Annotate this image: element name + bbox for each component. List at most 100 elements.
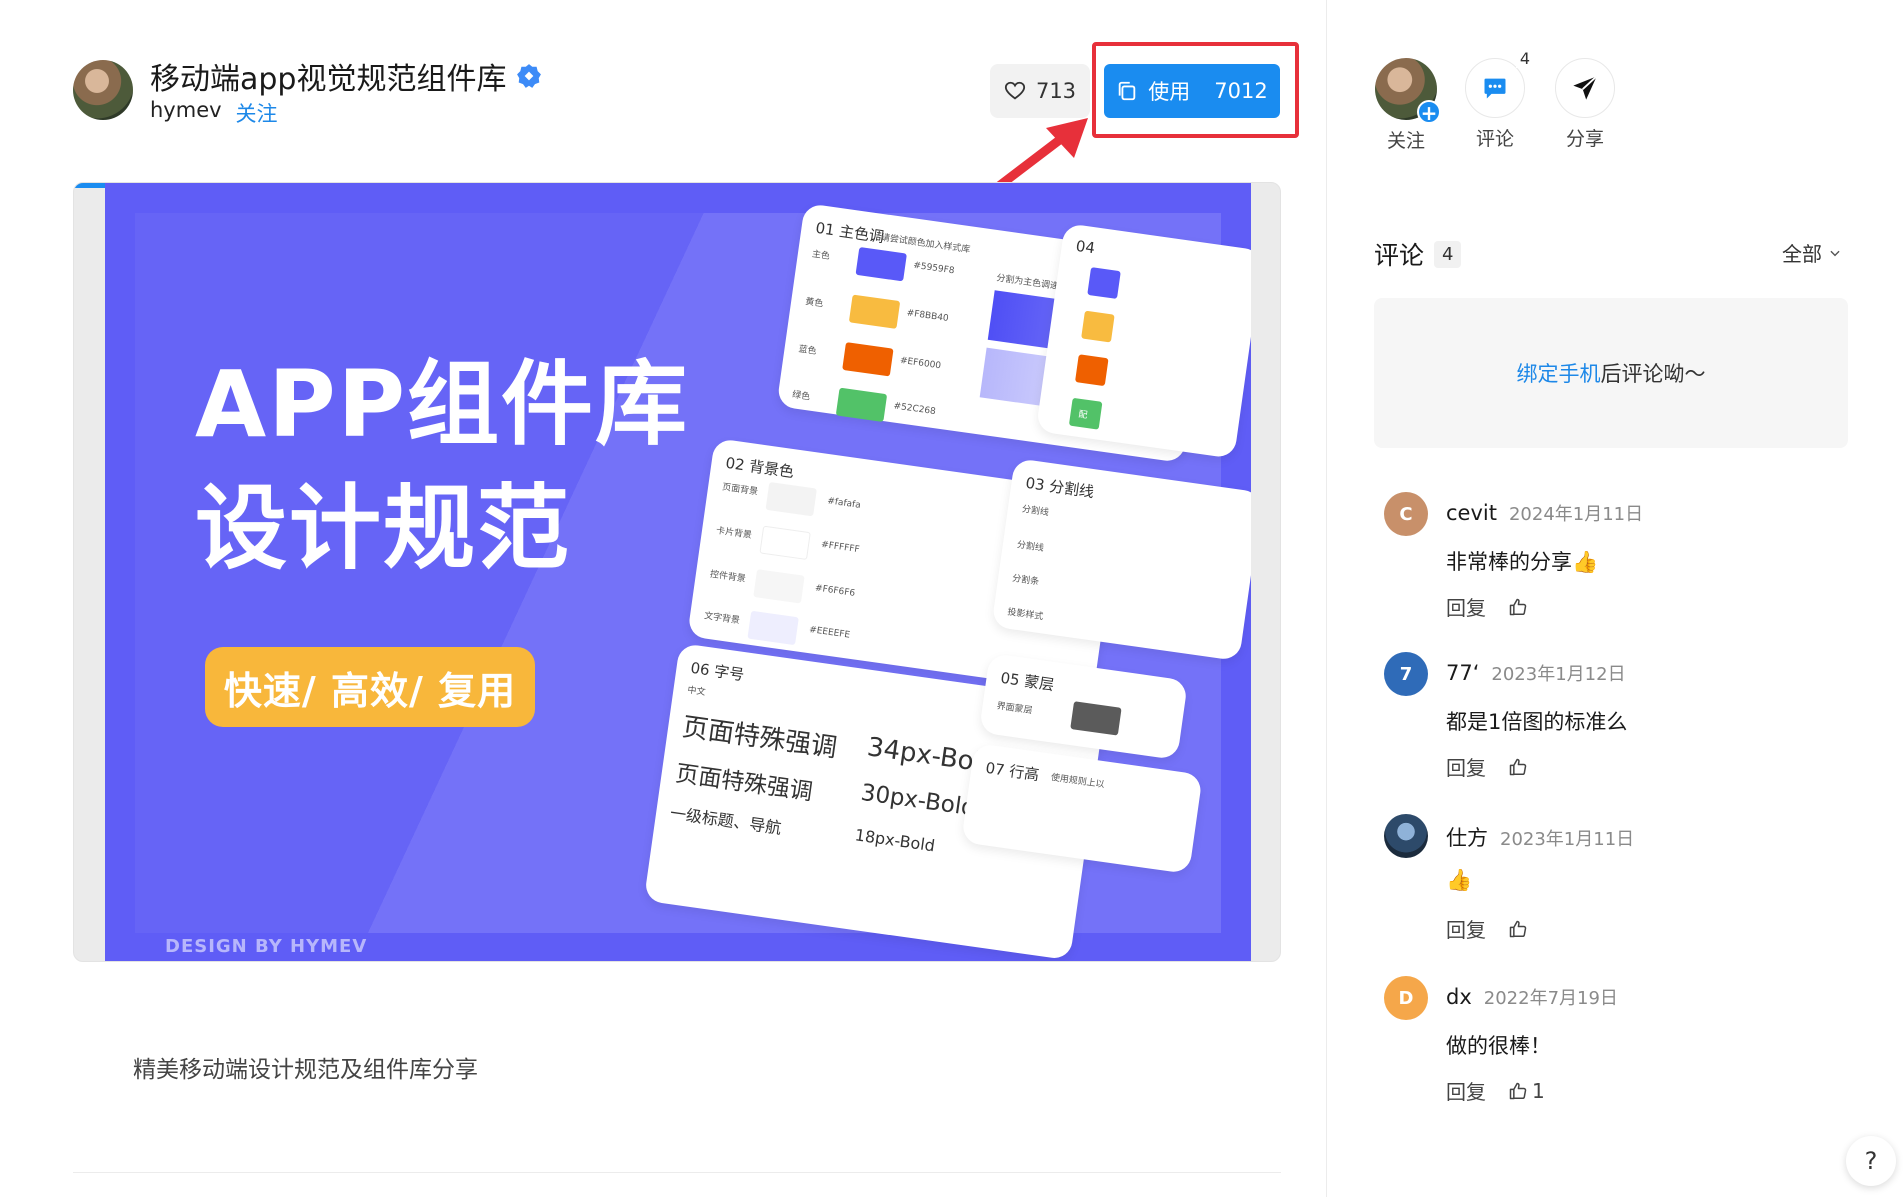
sidebar-share-button[interactable]: 分享: [1553, 58, 1617, 151]
preview-image[interactable]: APP组件库 设计规范 快速/ 高效/ 复用 DESIGN BY HYMEV 0…: [73, 182, 1281, 962]
author-name[interactable]: hymev: [150, 98, 222, 128]
comment-actions: 回复: [1446, 752, 1532, 781]
thumbs-up-icon: [1509, 920, 1527, 937]
comment-avatar[interactable]: D: [1384, 976, 1428, 1020]
sidebar-follow-button[interactable]: + 关注: [1374, 58, 1441, 153]
bg-hex-3: #EEEEFE: [808, 625, 851, 641]
card-mask-title: 05 蒙层: [999, 668, 1056, 695]
comments-header: 评论 4: [1374, 236, 1462, 272]
comment-author-name[interactable]: 仕方: [1446, 826, 1488, 850]
swatch-hex-3: #52C268: [892, 401, 937, 418]
comment-author: dx 2022年7月19日: [1446, 984, 1618, 1010]
comment-text: 做的很棒！: [1446, 1034, 1551, 1058]
help-button[interactable]: ?: [1846, 1136, 1896, 1186]
plus-icon: +: [1417, 100, 1441, 124]
share-circle: [1555, 58, 1615, 118]
comment-item: 7 77‘ 2023年1月12日 都是1倍图的标准么 回复: [1384, 652, 1844, 782]
swatch-hex-1: #F8BB40: [905, 308, 950, 325]
bind-phone-link[interactable]: 绑定手机: [1517, 358, 1601, 388]
divider-row-0: 分割线: [1021, 504, 1050, 519]
cover-pill: 快速/ 高效/ 复用: [205, 647, 535, 727]
bg-hex-0: #fafafa: [826, 496, 862, 511]
comments-count-badge: 4: [1434, 240, 1462, 268]
verified-badge-icon: [517, 64, 542, 88]
comment-author-name[interactable]: 77‘: [1446, 661, 1479, 685]
author-row: hymev 关注: [150, 98, 278, 128]
sidebar-divider: [1326, 0, 1327, 1197]
swatch-hex-2: #EF6000: [899, 355, 942, 372]
swatch-3: [835, 387, 888, 423]
comment-like-button[interactable]: [1508, 919, 1532, 939]
sidebar-comment-button[interactable]: 4 评论: [1463, 49, 1534, 151]
card-line-title: 07 行高: [984, 758, 1041, 785]
comment-date: 2024年1月11日: [1508, 504, 1644, 525]
comment-author-name[interactable]: cevit: [1446, 501, 1497, 525]
swatch-hex-0: #5959F8: [912, 260, 955, 277]
author-avatar[interactable]: [73, 60, 133, 120]
thumbs-up-icon: [1509, 598, 1527, 615]
comment-circle: 4: [1465, 49, 1534, 118]
reply-button[interactable]: 回复: [1446, 592, 1486, 621]
comment-count-badge: 4: [1515, 49, 1534, 68]
comment-like-button[interactable]: [1508, 757, 1532, 777]
comment-author-name[interactable]: dx: [1446, 985, 1472, 1009]
bg-hex-1: #FFFFFF: [820, 539, 861, 556]
follow-link[interactable]: 关注: [236, 98, 278, 128]
swatch-1: [848, 294, 901, 329]
sidebar-share-label: 分享: [1565, 128, 1604, 150]
comment-author: 仕方 2023年1月11日: [1446, 822, 1634, 852]
comment-avatar[interactable]: 7: [1384, 652, 1428, 696]
send-icon: [1573, 75, 1598, 100]
card-partial: 04 配: [1035, 223, 1251, 459]
comment-actions: 回复: [1446, 592, 1532, 621]
content-divider: [73, 1172, 1281, 1173]
font-row-2-size: 18px-Bold: [853, 825, 937, 856]
comment-author: 77‘ 2023年1月12日: [1446, 660, 1626, 686]
chevron-down-icon: [1830, 250, 1840, 256]
bg-hex-2: #F6F6F6: [814, 583, 856, 599]
card-main-color-title: 01 主色调: [814, 218, 886, 247]
comment-like-button[interactable]: 1: [1508, 1079, 1545, 1103]
partial-swatch-1: [1081, 310, 1115, 343]
bind-phone-text: 后评论呦～: [1600, 362, 1706, 386]
comment-date: 2023年1月12日: [1491, 664, 1626, 685]
comment-item: D dx 2022年7月19日 做的很棒！ 回复 1: [1384, 976, 1844, 1106]
comment-date: 2022年7月19日: [1483, 988, 1618, 1009]
like-count: 713: [1035, 79, 1077, 103]
swatch-label-3: 绿色: [791, 390, 811, 403]
comment-like-button[interactable]: [1508, 597, 1532, 617]
cover-title-line2: 设计规范: [195, 475, 572, 582]
reply-button[interactable]: 回复: [1446, 1076, 1486, 1105]
bg-label-0: 页面背景: [721, 482, 759, 498]
description-text: 精美移动端设计规范及组件库分享: [133, 1057, 478, 1083]
font-row-1-size: 30px-Bold: [859, 779, 978, 822]
font-row-1-text: 页面特殊强调: [673, 760, 815, 806]
bg-swatch-2: [753, 569, 805, 604]
card-line-note: 使用规则上以: [1050, 772, 1106, 791]
reply-button[interactable]: 回复: [1446, 752, 1486, 781]
page-title: 移动端app视觉规范组件库: [150, 62, 507, 97]
bg-label-2: 控件背景: [709, 569, 747, 585]
comment-avatar[interactable]: [1384, 814, 1428, 858]
sidebar-comment-label: 评论: [1475, 128, 1514, 150]
thumbs-up-icon: [1509, 758, 1527, 775]
reply-button[interactable]: 回复: [1446, 914, 1486, 943]
partial-swatch-0: [1087, 267, 1121, 299]
thumbs-up-icon: [1509, 1082, 1527, 1099]
comments-title: 评论: [1374, 241, 1425, 270]
comment-text: 👍: [1446, 868, 1473, 892]
swatch-2: [842, 342, 894, 377]
font-row-2-text: 一级标题、导航: [668, 803, 783, 838]
card-partial-title: 04: [1074, 236, 1097, 258]
swatch-label-1: 黄色: [804, 297, 824, 310]
comment-text: 都是1倍图的标准么: [1446, 710, 1628, 734]
highlight-annotation-box: [1092, 42, 1299, 138]
cover-credit: DESIGN BY HYMEV: [165, 936, 368, 957]
comment-avatar[interactable]: C: [1384, 492, 1428, 536]
comments-filter-dropdown[interactable]: 全部: [1782, 238, 1842, 267]
filter-label: 全部: [1782, 242, 1822, 266]
bg-label-1: 卡片背景: [715, 526, 753, 542]
mask-swatch: [1070, 701, 1122, 736]
comment-like-count: 1: [1532, 1078, 1545, 1103]
swatch-label-2: 蓝色: [797, 344, 818, 357]
